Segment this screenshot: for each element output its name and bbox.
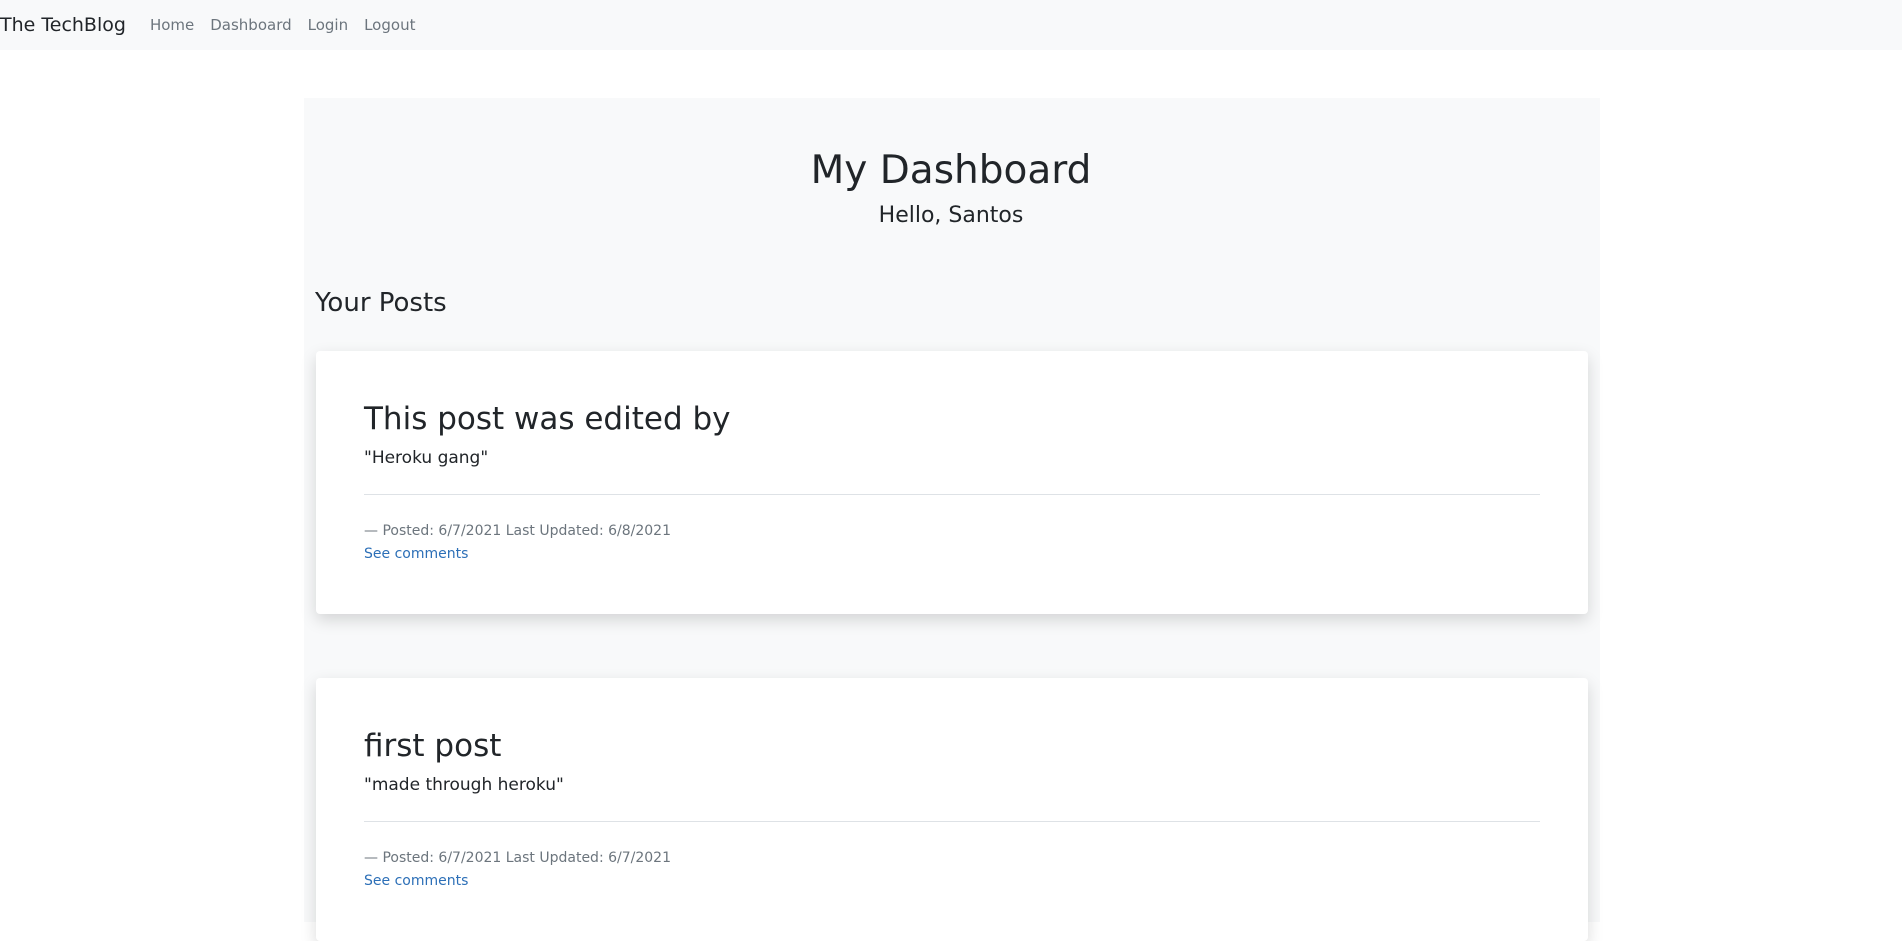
nav-link-home[interactable]: Home bbox=[150, 16, 194, 34]
nav-link-logout[interactable]: Logout bbox=[364, 16, 415, 34]
post-title: first post bbox=[364, 728, 502, 764]
post-card: This post was edited by "Heroku gang" — … bbox=[316, 351, 1588, 614]
nav-link-dashboard[interactable]: Dashboard bbox=[210, 16, 291, 34]
brand-link[interactable]: The TechBlog bbox=[0, 14, 126, 36]
post-meta: — Posted: 6/7/2021 Last Updated: 6/7/202… bbox=[364, 850, 671, 866]
post-title: This post was edited by bbox=[364, 401, 731, 437]
nav-link-login[interactable]: Login bbox=[308, 16, 348, 34]
post-meta: — Posted: 6/7/2021 Last Updated: 6/8/202… bbox=[364, 523, 671, 539]
top-navbar: The TechBlog Home Dashboard Login Logout bbox=[0, 0, 1902, 50]
post-divider bbox=[364, 494, 1540, 495]
post-card: first post "made through heroku" — Poste… bbox=[316, 678, 1588, 941]
post-content: "Heroku gang" bbox=[364, 448, 489, 468]
user-greeting: Hello, Santos bbox=[878, 203, 1024, 228]
see-comments-link[interactable]: See comments bbox=[364, 546, 468, 562]
post-content: "made through heroku" bbox=[364, 775, 564, 795]
post-divider bbox=[364, 821, 1540, 822]
page-title: My Dashboard bbox=[810, 148, 1092, 193]
your-posts-heading: Your Posts bbox=[315, 288, 447, 318]
see-comments-link[interactable]: See comments bbox=[364, 873, 468, 889]
